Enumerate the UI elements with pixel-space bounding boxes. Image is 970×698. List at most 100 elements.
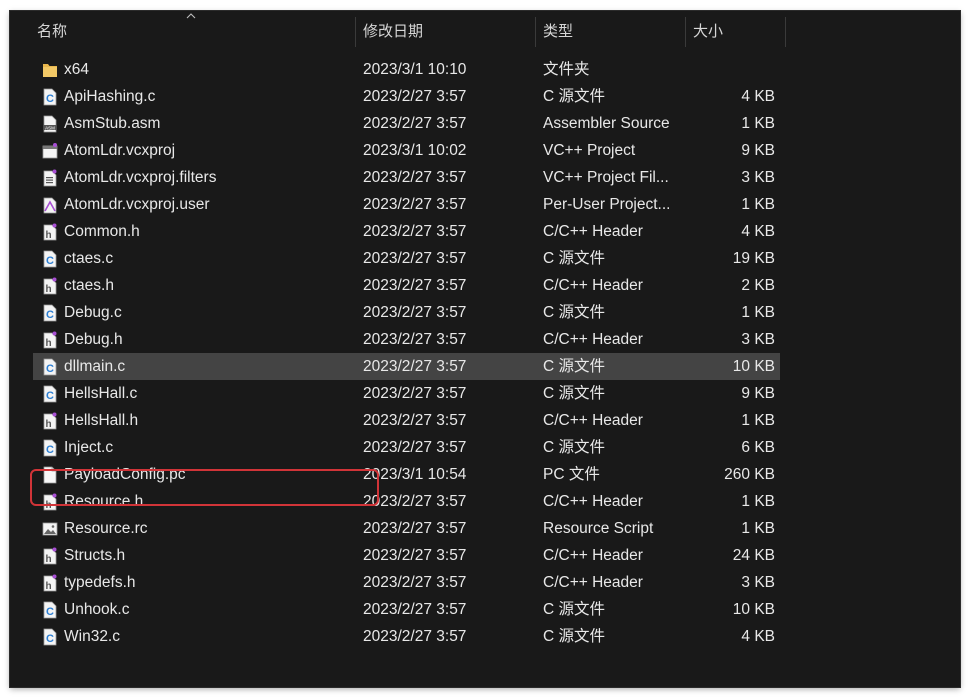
file-row[interactable]: C Win32.c 2023/2/27 3:57 C 源文件 4 KB	[33, 623, 780, 650]
h-file-icon: h	[42, 547, 58, 565]
file-row[interactable]: Cctaes.c 2023/2/27 3:57 C 源文件 19 KB	[33, 245, 780, 272]
file-row[interactable]: C Unhook.c 2023/2/27 3:57 C 源文件 10 KB	[33, 596, 780, 623]
file-type: Assembler Source	[543, 115, 670, 132]
file-row[interactable]: AtomLdr.vcxproj 2023/3/1 10:02 VC++ Projec…	[33, 137, 780, 164]
svg-text:h: h	[45, 230, 51, 241]
c-file-icon: C	[42, 439, 58, 457]
column-header-type[interactable]: 类型	[543, 11, 683, 47]
c-file-icon: C	[42, 601, 58, 619]
file-type: C/C++ Header	[543, 277, 643, 294]
file-row[interactable]: Cdllmain.c 2023/2/27 3:57 C 源文件 10 KB	[33, 353, 780, 380]
file-row[interactable]: AtomLdr.vcxproj.filters 2023/2/27 3:57 VC+…	[33, 164, 780, 191]
file-name: AtomLdr.vcxproj.user	[64, 196, 210, 213]
svg-text:h: h	[45, 581, 51, 592]
file-row[interactable]: Resource.rc 2023/2/27 3:57 Resource Script…	[33, 515, 780, 542]
file-name: PayloadConfig.pc	[64, 466, 186, 483]
file-name: x64	[64, 61, 89, 78]
file-date: 2023/2/27 3:57	[363, 250, 467, 267]
column-divider[interactable]	[685, 17, 686, 47]
c-file-icon: C	[42, 250, 58, 268]
file-row[interactable]: h Structs.h 2023/2/27 3:57 C/C++ Header 24 K…	[33, 542, 780, 569]
file-name: dllmain.c	[64, 358, 126, 375]
file-row[interactable]: x64 2023/3/1 10:10 文件夹	[33, 56, 780, 83]
svg-text:h: h	[45, 284, 51, 295]
file-date: 2023/2/27 3:57	[363, 277, 467, 294]
file-row[interactable]: C Inject.c 2023/2/27 3:57 C 源文件 6 KB	[33, 434, 780, 461]
column-divider[interactable]	[535, 17, 536, 47]
file-type: C/C++ Header	[543, 223, 643, 240]
file-type: C 源文件	[543, 88, 606, 105]
file-row[interactable]: C Debug.c 2023/2/27 3:57 C 源文件 1 KB	[33, 299, 780, 326]
file-type: C/C++ Header	[543, 493, 643, 510]
file-row[interactable]: h ctaes.h 2023/2/27 3:57 C/C++ Header 2 KB	[33, 272, 780, 299]
file-size: 3 KB	[741, 574, 775, 591]
file-type: Resource Script	[543, 520, 654, 537]
file-type: Per-User Project...	[543, 196, 671, 213]
file-date: 2023/2/27 3:57	[363, 358, 467, 375]
h-file-icon: h	[42, 331, 58, 349]
file-type: VC++ Project Fil...	[543, 169, 669, 186]
h-file-icon: h	[42, 574, 58, 592]
file-type: C/C++ Header	[543, 547, 643, 564]
file-size: 9 KB	[741, 142, 775, 159]
file-name: Unhook.c	[64, 601, 130, 618]
file-date: 2023/2/27 3:57	[363, 520, 467, 537]
svg-text:C: C	[46, 390, 54, 402]
file-type: C/C++ Header	[543, 331, 643, 348]
file-row[interactable]: C HellsHall.c 2023/2/27 3:57 C 源文件 9 KB	[33, 380, 780, 407]
file-type: C 源文件	[543, 385, 606, 402]
file-size: 4 KB	[741, 88, 775, 105]
file-name: ApiHashing.c	[64, 88, 156, 105]
column-divider[interactable]	[785, 17, 786, 47]
file-row[interactable]: h HellsHall.h 2023/2/27 3:57 C/C++ Header 1 …	[33, 407, 780, 434]
file-row[interactable]: ASM AsmStub.asm 2023/2/27 3:57 Assembler So…	[33, 110, 780, 137]
file-date: 2023/2/27 3:57	[363, 331, 467, 348]
file-date: 2023/2/27 3:57	[363, 601, 467, 618]
vcxproj-file-icon	[42, 142, 58, 160]
svg-text:C: C	[46, 93, 54, 105]
file-size: 6 KB	[741, 439, 775, 456]
file-row[interactable]: AtomLdr.vcxproj.user 2023/2/27 3:57 Per-Us…	[33, 191, 780, 218]
folder-icon	[42, 61, 58, 79]
file-row[interactable]: h Common.h 2023/2/27 3:57 C/C++ Header 4 KB	[33, 218, 780, 245]
file-date: 2023/2/27 3:57	[363, 547, 467, 564]
file-type: PC 文件	[543, 466, 600, 483]
svg-text:h: h	[45, 500, 51, 511]
column-header-date[interactable]: 修改日期	[363, 11, 533, 47]
column-header-name[interactable]: 名称	[37, 11, 352, 47]
file-row[interactable]: PayloadConfig.pc 2023/3/1 10:54 PC 文件 260 K…	[33, 461, 780, 488]
asm-file-icon: ASM	[42, 115, 58, 133]
file-date: 2023/2/27 3:57	[363, 412, 467, 429]
file-row[interactable]: C ApiHashing.c 2023/2/27 3:57 C 源文件 4 KB	[33, 83, 780, 110]
column-divider[interactable]	[355, 17, 356, 47]
file-size: 10 KB	[732, 601, 775, 618]
file-size: 4 KB	[741, 628, 775, 645]
file-name: AsmStub.asm	[64, 115, 161, 132]
file-row[interactable]: h Resource.h 2023/2/27 3:57 C/C++ Header 1 K…	[33, 488, 780, 515]
file-name: Inject.c	[64, 439, 114, 456]
svg-text:h: h	[45, 554, 51, 565]
file-date: 2023/2/27 3:57	[363, 88, 467, 105]
file-date: 2023/2/27 3:57	[363, 223, 467, 240]
svg-text:ASM: ASM	[45, 125, 55, 130]
file-name: AtomLdr.vcxproj	[64, 142, 176, 159]
user-file-icon	[42, 196, 58, 214]
file-name: ctaes.h	[64, 277, 114, 294]
file-type: C/C++ Header	[543, 412, 643, 429]
file-type: C 源文件	[543, 358, 606, 375]
file-row[interactable]: h Debug.h 2023/2/27 3:57 C/C++ Header 3 KB	[33, 326, 780, 353]
file-size: 10 KB	[732, 358, 775, 375]
file-size: 1 KB	[741, 115, 775, 132]
file-date: 2023/3/1 10:10	[363, 61, 467, 78]
filters-file-icon	[42, 169, 58, 187]
file-row[interactable]: h typedefs.h 2023/2/27 3:57 C/C++ Header 3 K…	[33, 569, 780, 596]
file-type: VC++ Project	[543, 142, 636, 159]
svg-text:C: C	[46, 363, 54, 375]
file-size: 1 KB	[741, 304, 775, 321]
file-date: 2023/2/27 3:57	[363, 304, 467, 321]
column-header-size[interactable]: 大小	[693, 11, 783, 47]
svg-text:h: h	[45, 419, 51, 430]
svg-text:C: C	[46, 255, 54, 267]
file-size: 24 KB	[732, 547, 775, 564]
h-file-icon: h	[42, 412, 58, 430]
